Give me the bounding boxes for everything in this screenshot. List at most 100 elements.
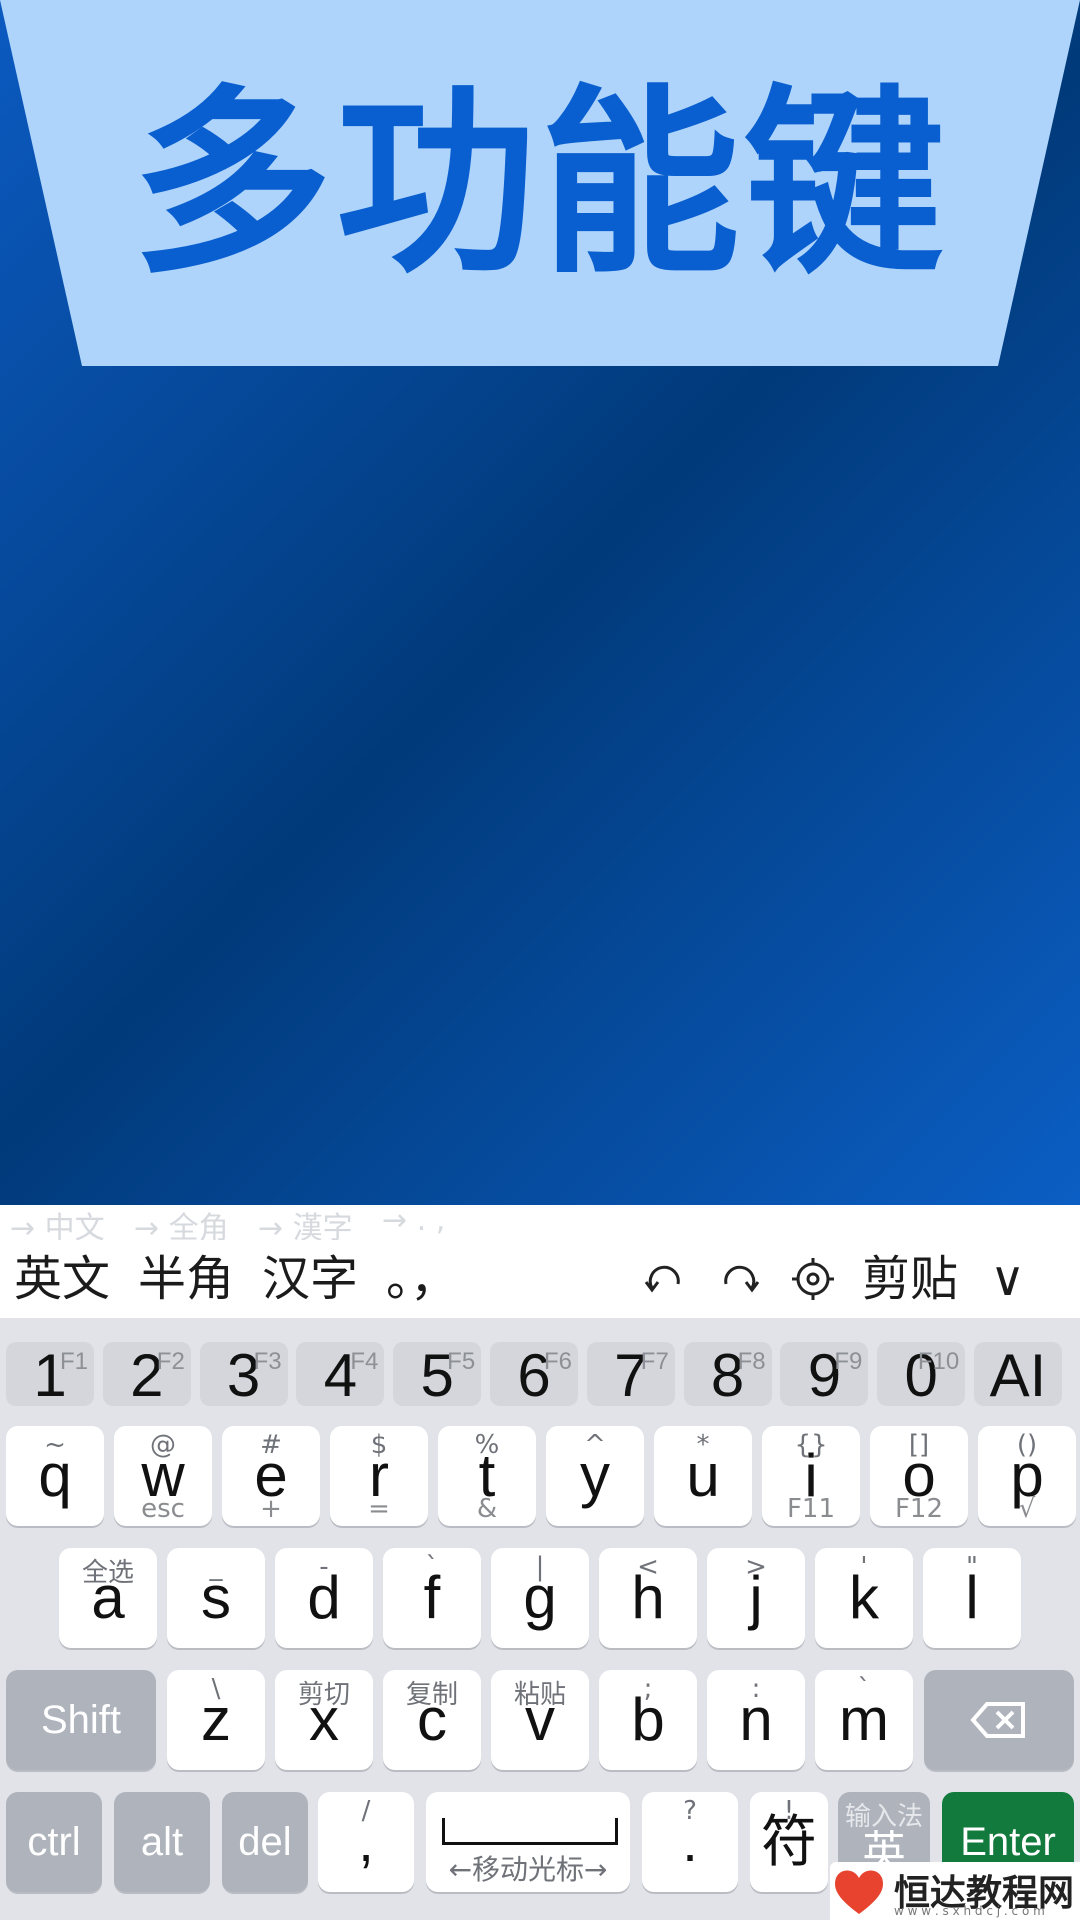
key-label: h bbox=[631, 1564, 665, 1631]
space-bracket-icon bbox=[442, 1818, 618, 1845]
collapse-keyboard-button[interactable]: ∨ bbox=[990, 1240, 1025, 1318]
comma-key[interactable]: /, bbox=[318, 1792, 414, 1892]
redo-icon[interactable] bbox=[714, 1254, 764, 1304]
number-key-0[interactable]: 0 F10 bbox=[877, 1342, 966, 1408]
key-j[interactable]: > j bbox=[707, 1548, 805, 1648]
undo-icon[interactable] bbox=[640, 1254, 690, 1304]
key-h[interactable]: < h bbox=[599, 1548, 697, 1648]
key-function-label: F9 bbox=[834, 1348, 863, 1375]
key-function-label: F10 bbox=[917, 1348, 960, 1375]
key-label: s bbox=[201, 1564, 231, 1631]
key-b[interactable]: ; b bbox=[599, 1670, 697, 1770]
key-label: z bbox=[201, 1686, 231, 1753]
hint-row: → 中文 → 全角 → 漢字 → . , bbox=[0, 1203, 1080, 1246]
key-label: AI bbox=[989, 1342, 1047, 1409]
backspace-icon bbox=[970, 1702, 1025, 1738]
key-label: n bbox=[739, 1686, 773, 1753]
toggle-english-button[interactable]: 英文 bbox=[14, 1240, 110, 1318]
key-label: alt bbox=[140, 1820, 184, 1864]
promo-title: 多功能键 bbox=[131, 68, 948, 301]
keyboard-toolbar: 英文 半角 汉字 。， 剪贴 ∨ bbox=[0, 1240, 1080, 1318]
space-label: ←移动光标→ bbox=[448, 1853, 608, 1886]
key-s[interactable]: _ s bbox=[167, 1548, 265, 1648]
key-x[interactable]: 剪切 x bbox=[275, 1670, 373, 1770]
key-label: v bbox=[525, 1686, 555, 1753]
number-key-7[interactable]: 7 F7 bbox=[586, 1342, 675, 1408]
clipboard-button[interactable]: 剪贴 bbox=[862, 1240, 958, 1318]
alt-key[interactable]: alt bbox=[114, 1792, 210, 1892]
key-k[interactable]: ' k bbox=[815, 1548, 913, 1648]
key-d[interactable]: -d bbox=[275, 1548, 373, 1648]
key-function-label: F2 bbox=[156, 1348, 185, 1375]
key-function-label: F5 bbox=[447, 1348, 476, 1375]
shift-key[interactable]: Shift bbox=[6, 1670, 156, 1770]
symbols-key[interactable]: ! 符 bbox=[750, 1792, 828, 1892]
number-key-3[interactable]: 3 F3 bbox=[199, 1342, 288, 1408]
key-n[interactable]: :n bbox=[707, 1670, 805, 1770]
toggle-hanzi-button[interactable]: 汉字 bbox=[262, 1240, 358, 1318]
key-label: . bbox=[682, 1810, 698, 1873]
key-v[interactable]: 粘贴 v bbox=[491, 1670, 589, 1770]
key-secondary-label: & bbox=[476, 1494, 498, 1524]
toggle-halfwidth-button[interactable]: 半角 bbox=[138, 1240, 234, 1318]
key-c[interactable]: 复制 c bbox=[383, 1670, 481, 1770]
key-function-label: F3 bbox=[253, 1348, 282, 1375]
hint-punct: → . , bbox=[382, 1203, 446, 1238]
key-label: c bbox=[417, 1686, 447, 1753]
number-key-9[interactable]: 9 F9 bbox=[780, 1342, 869, 1408]
keyboard: 1 F1 2 F2 3 F3 4 F4 5 F5 6 F6 7 F7 8 F8 9 F9 0 F10 AI ~ q @ w esc… bbox=[0, 1318, 1080, 1920]
key-function-label: F4 bbox=[350, 1348, 379, 1375]
settings-icon[interactable] bbox=[788, 1254, 838, 1304]
number-key-1[interactable]: 1 F1 bbox=[6, 1342, 94, 1408]
promo-banner: 多功能键 bbox=[0, 0, 1080, 366]
number-key-4[interactable]: 4 F4 bbox=[296, 1342, 385, 1408]
backspace-key[interactable] bbox=[924, 1670, 1074, 1770]
toggle-punct-button[interactable]: 。， bbox=[386, 1240, 458, 1318]
key-l[interactable]: " l bbox=[923, 1548, 1021, 1648]
key-w[interactable]: @ w esc bbox=[114, 1426, 212, 1526]
key-e[interactable]: # e + bbox=[222, 1426, 320, 1526]
ctrl-key[interactable]: ctrl bbox=[6, 1792, 102, 1892]
key-y[interactable]: ^ y bbox=[546, 1426, 644, 1526]
key-secondary-label: + bbox=[260, 1494, 282, 1524]
number-key-5[interactable]: 5 F5 bbox=[393, 1342, 482, 1408]
key-u[interactable]: * u bbox=[654, 1426, 752, 1526]
key-o[interactable]: [] o F12 bbox=[870, 1426, 968, 1526]
key-secondary-label: esc bbox=[141, 1494, 185, 1524]
key-f[interactable]: ` f bbox=[383, 1548, 481, 1648]
key-function-label: F1 bbox=[59, 1348, 88, 1375]
number-key-2[interactable]: 2 F2 bbox=[102, 1342, 191, 1408]
space-key[interactable]: ←移动光标→ bbox=[426, 1792, 630, 1892]
key-label: g bbox=[523, 1564, 557, 1631]
key-r[interactable]: $ r = bbox=[330, 1426, 428, 1526]
key-m[interactable]: ` m bbox=[815, 1670, 913, 1770]
watermark-url: w w w . s x h d c j . c o m bbox=[894, 1904, 1045, 1918]
key-a[interactable]: 全选 a bbox=[59, 1548, 157, 1648]
number-key-8[interactable]: 8 F8 bbox=[683, 1342, 772, 1408]
key-label: x bbox=[309, 1686, 339, 1753]
key-label: ctrl bbox=[27, 1820, 81, 1864]
key-secondary-label: = bbox=[368, 1494, 390, 1524]
key-label: Enter bbox=[960, 1820, 1056, 1864]
period-key[interactable]: ?. bbox=[642, 1792, 738, 1892]
key-label: j bbox=[749, 1564, 763, 1631]
key-t[interactable]: % t & bbox=[438, 1426, 536, 1526]
key-i[interactable]: {} i F11 bbox=[762, 1426, 860, 1526]
key-g[interactable]: | g bbox=[491, 1548, 589, 1648]
number-key-6[interactable]: 6 F6 bbox=[490, 1342, 578, 1408]
watermark: 恒达教程网 w w w . s x h d c j . c o m bbox=[830, 1862, 1080, 1920]
key-label: 符 bbox=[761, 1810, 817, 1873]
key-label: del bbox=[238, 1820, 292, 1864]
key-label: m bbox=[839, 1686, 889, 1753]
del-key[interactable]: del bbox=[222, 1792, 308, 1892]
number-key-ai[interactable]: AI bbox=[974, 1342, 1062, 1409]
key-label: a bbox=[91, 1564, 125, 1631]
key-label: f bbox=[423, 1564, 441, 1631]
key-secondary-label: F11 bbox=[786, 1494, 836, 1524]
key-z[interactable]: \ z bbox=[167, 1670, 265, 1770]
key-q[interactable]: ~ q bbox=[6, 1426, 104, 1526]
key-p[interactable]: () p √ bbox=[978, 1426, 1076, 1526]
key-function-label: F6 bbox=[543, 1348, 572, 1375]
key-label: q bbox=[38, 1442, 72, 1509]
key-label: l bbox=[965, 1564, 979, 1631]
